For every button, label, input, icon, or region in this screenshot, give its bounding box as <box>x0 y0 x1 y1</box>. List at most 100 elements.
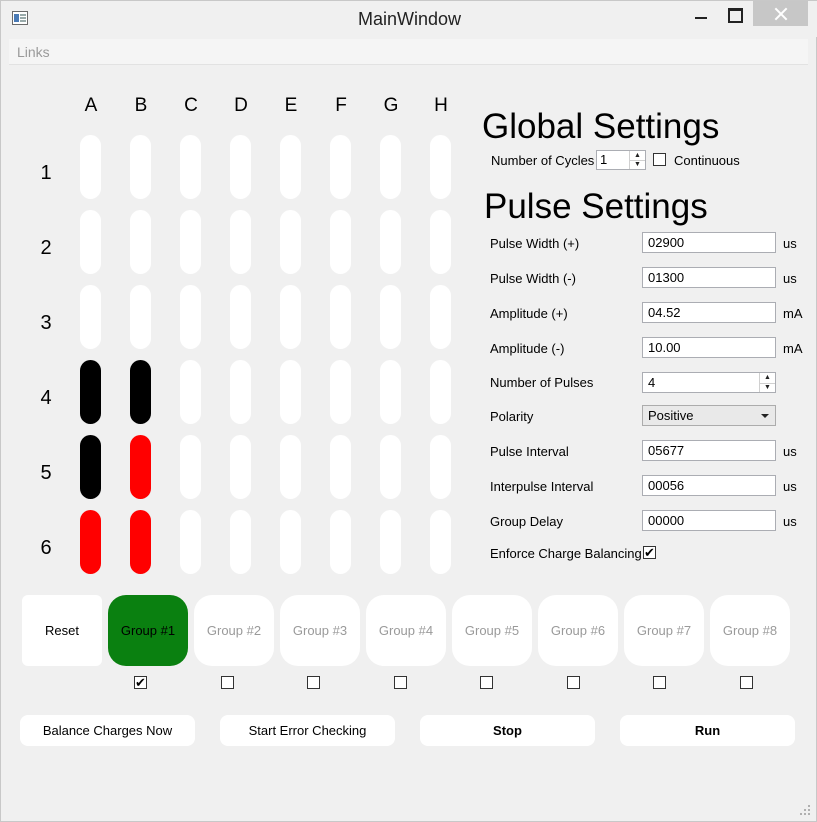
electrode-c1[interactable] <box>180 135 201 199</box>
electrode-a3[interactable] <box>80 285 101 349</box>
electrode-e1[interactable] <box>280 135 301 199</box>
electrode-e3[interactable] <box>280 285 301 349</box>
close-icon[interactable] <box>753 1 808 26</box>
resize-grip-icon[interactable] <box>800 805 810 815</box>
menu-links[interactable]: Links <box>17 44 50 60</box>
pulse-interval-unit: us <box>783 444 797 459</box>
electrode-h2[interactable] <box>430 210 451 274</box>
run-button[interactable]: Run <box>620 715 795 746</box>
column-label-c: C <box>184 95 198 116</box>
amplitude-pos-unit: mA <box>783 306 803 321</box>
electrode-f2[interactable] <box>330 210 351 274</box>
electrode-f3[interactable] <box>330 285 351 349</box>
pulse-width-pos-label: Pulse Width (+) <box>490 236 580 251</box>
electrode-e4[interactable] <box>280 360 301 424</box>
number-of-pulses-stepper[interactable]: 4 ▲ ▼ <box>642 372 776 393</box>
electrode-h4[interactable] <box>430 360 451 424</box>
stop-button[interactable]: Stop <box>420 715 595 746</box>
column-label-h: H <box>434 95 448 116</box>
amplitude-neg-label: Amplitude (-) <box>490 341 565 356</box>
electrode-d2[interactable] <box>230 210 251 274</box>
group-4-button[interactable]: Group #4 <box>366 595 446 666</box>
group-1-checkbox[interactable]: ✔ <box>134 676 147 689</box>
column-label-d: D <box>234 95 248 116</box>
electrode-c3[interactable] <box>180 285 201 349</box>
pulse-interval-input[interactable]: 05677 <box>642 440 776 461</box>
electrode-d5[interactable] <box>230 435 251 499</box>
number-of-cycles-stepper[interactable]: 1 ▲ ▼ <box>596 150 646 170</box>
electrode-b3[interactable] <box>130 285 151 349</box>
electrode-g2[interactable] <box>380 210 401 274</box>
electrode-g4[interactable] <box>380 360 401 424</box>
electrode-c2[interactable] <box>180 210 201 274</box>
group-5-checkbox[interactable] <box>480 676 493 689</box>
electrode-c4[interactable] <box>180 360 201 424</box>
group-7-checkbox[interactable] <box>653 676 666 689</box>
electrode-f1[interactable] <box>330 135 351 199</box>
electrode-d4[interactable] <box>230 360 251 424</box>
group-6-button[interactable]: Group #6 <box>538 595 618 666</box>
pulse-width-pos-input[interactable]: 02900 <box>642 232 776 253</box>
electrode-h6[interactable] <box>430 510 451 574</box>
electrode-g5[interactable] <box>380 435 401 499</box>
electrode-b5[interactable] <box>130 435 151 499</box>
electrode-d1[interactable] <box>230 135 251 199</box>
electrode-e2[interactable] <box>280 210 301 274</box>
electrode-g6[interactable] <box>380 510 401 574</box>
number-of-pulses-label: Number of Pulses <box>490 375 594 390</box>
electrode-a6[interactable] <box>80 510 101 574</box>
electrode-h3[interactable] <box>430 285 451 349</box>
group-1-button[interactable]: Group #1 <box>108 595 188 666</box>
electrode-a1[interactable] <box>80 135 101 199</box>
polarity-select[interactable]: Positive <box>642 405 776 426</box>
spin-down-icon[interactable]: ▼ <box>760 383 775 393</box>
balance-charges-button[interactable]: Balance Charges Now <box>20 715 195 746</box>
electrode-a2[interactable] <box>80 210 101 274</box>
group-3-button[interactable]: Group #3 <box>280 595 360 666</box>
group-4-checkbox[interactable] <box>393 676 407 689</box>
electrode-a4[interactable] <box>80 360 101 424</box>
minimize-icon[interactable] <box>687 1 715 27</box>
electrode-e6[interactable] <box>280 510 301 574</box>
electrode-c5[interactable] <box>180 435 201 499</box>
amplitude-pos-label: Amplitude (+) <box>490 306 568 321</box>
group-5-button[interactable]: Group #5 <box>452 595 532 666</box>
charge-balancing-checkbox[interactable]: ✔ <box>643 546 656 559</box>
electrode-b6[interactable] <box>130 510 151 574</box>
electrode-f4[interactable] <box>330 360 351 424</box>
amplitude-pos-input[interactable]: 04.52 <box>642 302 776 323</box>
group-7-button[interactable]: Group #7 <box>624 595 704 666</box>
electrode-f6[interactable] <box>330 510 351 574</box>
group-8-button[interactable]: Group #8 <box>710 595 790 666</box>
electrode-h5[interactable] <box>430 435 451 499</box>
group-3-checkbox[interactable] <box>307 676 320 689</box>
reset-button[interactable]: Reset <box>22 595 102 666</box>
electrode-g1[interactable] <box>380 135 401 199</box>
spin-down-icon[interactable]: ▼ <box>630 160 645 169</box>
number-of-cycles-label: Number of Cycles <box>491 153 595 168</box>
group-8-checkbox[interactable] <box>739 676 753 689</box>
group-delay-input[interactable]: 00000 <box>642 510 776 531</box>
electrode-b4[interactable] <box>130 360 151 424</box>
electrode-e5[interactable] <box>280 435 301 499</box>
electrode-g3[interactable] <box>380 285 401 349</box>
electrode-b2[interactable] <box>130 210 151 274</box>
continuous-checkbox[interactable] <box>653 153 666 166</box>
electrode-d6[interactable] <box>230 510 251 574</box>
electrode-c6[interactable] <box>180 510 201 574</box>
amplitude-neg-input[interactable]: 10.00 <box>642 337 776 358</box>
maximize-icon[interactable] <box>719 1 749 27</box>
electrode-b1[interactable] <box>130 135 151 199</box>
electrode-h1[interactable] <box>430 135 451 199</box>
group-6-checkbox[interactable] <box>566 676 580 689</box>
menu-bar: Links <box>9 39 808 65</box>
error-checking-button[interactable]: Start Error Checking <box>220 715 395 746</box>
electrode-a5[interactable] <box>80 435 101 499</box>
pulse-width-neg-unit: us <box>783 271 797 286</box>
electrode-f5[interactable] <box>330 435 351 499</box>
group-2-checkbox[interactable] <box>220 676 234 689</box>
group-2-button[interactable]: Group #2 <box>194 595 274 666</box>
pulse-width-neg-input[interactable]: 01300 <box>642 267 776 288</box>
interpulse-interval-input[interactable]: 00056 <box>642 475 776 496</box>
electrode-d3[interactable] <box>230 285 251 349</box>
